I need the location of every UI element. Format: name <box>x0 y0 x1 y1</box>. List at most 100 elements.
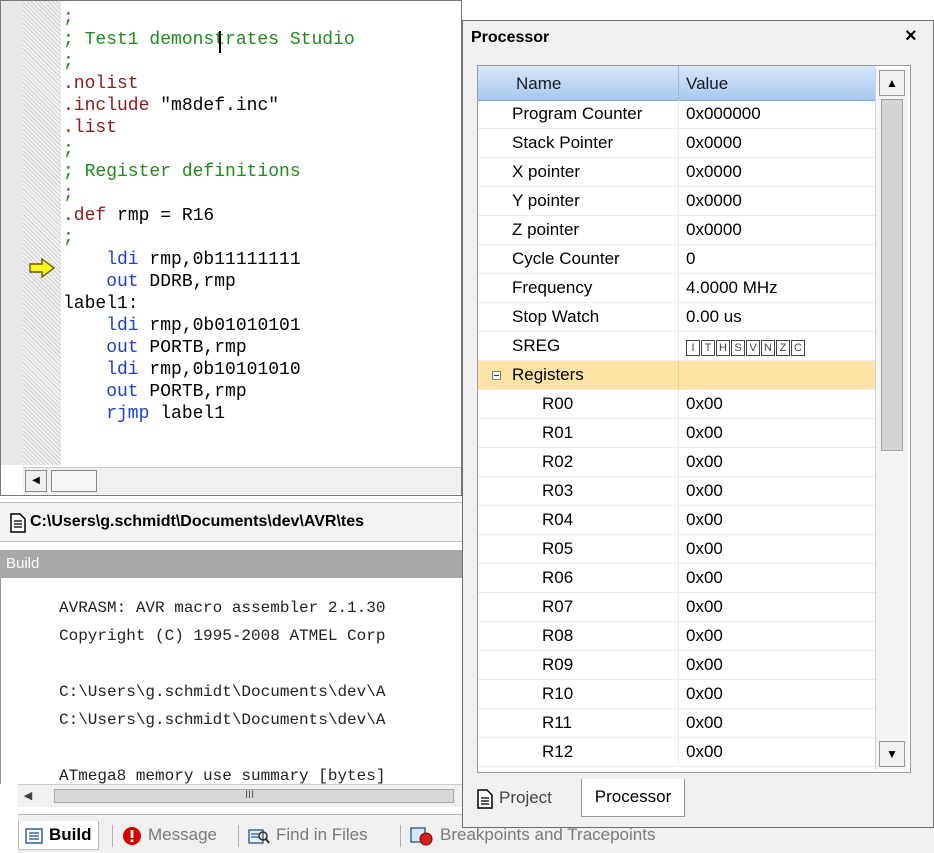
sreg-flag-checkbox[interactable]: S <box>731 339 745 356</box>
tab-find-in-files-label: Find in Files <box>276 825 368 844</box>
code-line[interactable]: ldi rmp,0b01010101 <box>63 315 355 337</box>
code-line[interactable]: label1: <box>63 293 355 315</box>
scroll-thumb[interactable]: III <box>54 789 454 803</box>
code-line[interactable]: out PORTB,rmp <box>63 337 355 359</box>
register-row[interactable]: SREG I T H S V N Z C <box>478 332 876 361</box>
processor-vertical-scrollbar[interactable]: ▲ ▼ <box>875 69 908 769</box>
code-area[interactable]: ;; Test1 demonstrates Studio; .nolist .inc… <box>63 7 355 425</box>
code-instruction: out <box>63 338 139 358</box>
code-operand: label1 <box>149 404 226 424</box>
registers-group-row[interactable]: Registers <box>478 361 876 390</box>
tab-processor[interactable]: Processor <box>581 779 685 817</box>
register-row[interactable]: R06 0x00 <box>478 564 876 593</box>
file-tab[interactable]: C:\Users\g.schmidt\Documents\dev\AVR\tes <box>0 502 462 542</box>
row-name: R04 <box>542 510 574 529</box>
register-row[interactable]: R07 0x00 <box>478 593 876 622</box>
sreg-flag-checkbox[interactable]: Z <box>776 339 790 356</box>
row-name: Cycle Counter <box>512 249 620 268</box>
scroll-left-arrow-icon[interactable]: ◀ <box>18 787 38 805</box>
register-row[interactable]: R02 0x00 <box>478 448 876 477</box>
row-value: 0 <box>686 249 696 268</box>
code-line[interactable]: .include "m8def.inc" <box>63 95 355 117</box>
register-row[interactable]: R03 0x00 <box>478 477 876 506</box>
register-row[interactable]: R08 0x00 <box>478 622 876 651</box>
editor-horizontal-scrollbar[interactable]: ◀ <box>23 467 461 494</box>
sreg-flag-checkbox[interactable]: N <box>761 339 775 356</box>
code-operand: PORTB,rmp <box>138 338 247 358</box>
document-icon <box>477 788 493 809</box>
build-output-text: AVRASM: AVR macro assembler 2.1.30 Copyri… <box>59 594 385 784</box>
code-line[interactable]: out DDRB,rmp <box>63 271 355 293</box>
register-row[interactable]: R00 0x00 <box>478 390 876 419</box>
row-name: SREG <box>512 336 561 355</box>
code-line[interactable]: rjmp label1 <box>63 403 355 425</box>
sreg-flag-checkbox[interactable]: V <box>746 339 760 356</box>
register-row[interactable]: Z pointer 0x0000 <box>478 216 876 245</box>
code-line[interactable]: ; <box>63 183 355 205</box>
sreg-flag-checkbox[interactable]: H <box>716 339 730 356</box>
register-row[interactable]: R05 0x00 <box>478 535 876 564</box>
register-row[interactable]: R04 0x00 <box>478 506 876 535</box>
code-line[interactable]: ldi rmp,0b11111111 <box>63 249 355 271</box>
code-line[interactable]: ldi rmp,0b10101010 <box>63 359 355 381</box>
register-row[interactable]: Stack Pointer 0x0000 <box>478 129 876 158</box>
collapse-icon[interactable] <box>492 371 501 380</box>
register-row[interactable]: Program Counter 0x000000 <box>478 100 876 129</box>
tab-project[interactable]: Project <box>477 781 552 817</box>
register-row[interactable]: Y pointer 0x0000 <box>478 187 876 216</box>
processor-grid[interactable]: Name Value Program Counter 0x000000 Stack … <box>477 65 911 773</box>
build-output-line: ATmega8 memory use summary [bytes] <box>59 767 386 784</box>
source-editor[interactable]: ;; Test1 demonstrates Studio; .nolist .inc… <box>0 0 462 496</box>
code-line[interactable]: ; Test1 demonstrates Studio <box>63 29 355 51</box>
column-header-name[interactable]: Name <box>516 74 561 94</box>
scroll-up-button[interactable]: ▲ <box>879 70 905 96</box>
code-line[interactable]: .nolist <box>63 73 355 95</box>
sreg-flag-checkbox[interactable]: C <box>791 339 805 356</box>
column-header-value[interactable]: Value <box>686 74 728 94</box>
editor-margin[interactable] <box>23 1 61 465</box>
register-row[interactable]: R12 0x00 <box>478 738 876 767</box>
sreg-flag-checkbox[interactable]: I <box>686 339 700 356</box>
build-horizontal-scrollbar[interactable]: ◀ III <box>18 784 462 807</box>
tab-find-in-files[interactable]: Find in Files <box>248 821 368 849</box>
scroll-left-button[interactable]: ◀ <box>25 470 47 492</box>
tab-build-label: Build <box>49 825 92 844</box>
register-row[interactable]: Stop Watch 0.00 us <box>478 303 876 332</box>
row-value: 0x0000 <box>686 191 742 210</box>
tab-message[interactable]: Message <box>122 821 217 849</box>
row-name: R01 <box>542 423 574 442</box>
build-list-icon <box>25 827 43 844</box>
cell-divider <box>678 100 679 129</box>
code-line[interactable]: .list <box>63 117 355 139</box>
register-row[interactable]: Cycle Counter 0 <box>478 245 876 274</box>
register-row[interactable]: R09 0x00 <box>478 651 876 680</box>
row-name: Program Counter <box>512 104 643 123</box>
close-icon[interactable]: × <box>905 25 917 48</box>
register-row[interactable]: X pointer 0x0000 <box>478 158 876 187</box>
scroll-thumb[interactable] <box>51 470 97 492</box>
code-line[interactable]: .def rmp = R16 <box>63 205 355 227</box>
register-row[interactable]: R11 0x00 <box>478 709 876 738</box>
code-line[interactable]: ; <box>63 7 355 29</box>
code-line[interactable]: ; <box>63 51 355 73</box>
register-row[interactable]: R01 0x00 <box>478 419 876 448</box>
tab-build[interactable]: Build <box>18 821 99 850</box>
column-divider[interactable] <box>678 66 679 100</box>
code-line[interactable]: ; Register definitions <box>63 161 355 183</box>
cell-divider <box>678 622 679 651</box>
code-comment: ; Test1 demonstrates Studio <box>63 30 355 50</box>
register-row[interactable]: Frequency 4.0000 MHz <box>478 274 876 303</box>
code-line[interactable]: out PORTB,rmp <box>63 381 355 403</box>
scroll-down-button[interactable]: ▼ <box>879 741 905 767</box>
code-line[interactable]: ; <box>63 227 355 249</box>
row-name: R00 <box>542 394 574 413</box>
cell-divider <box>678 216 679 245</box>
code-operand: rmp = R16 <box>106 206 215 226</box>
scroll-thumb[interactable] <box>881 99 903 451</box>
register-row[interactable]: R10 0x00 <box>478 680 876 709</box>
code-directive: .list <box>63 118 118 138</box>
build-output[interactable]: AVRASM: AVR macro assembler 2.1.30 Copyri… <box>0 578 462 784</box>
sreg-flag-checkbox[interactable]: T <box>701 339 715 356</box>
code-line[interactable]: ; <box>63 139 355 161</box>
cell-divider <box>678 593 679 622</box>
